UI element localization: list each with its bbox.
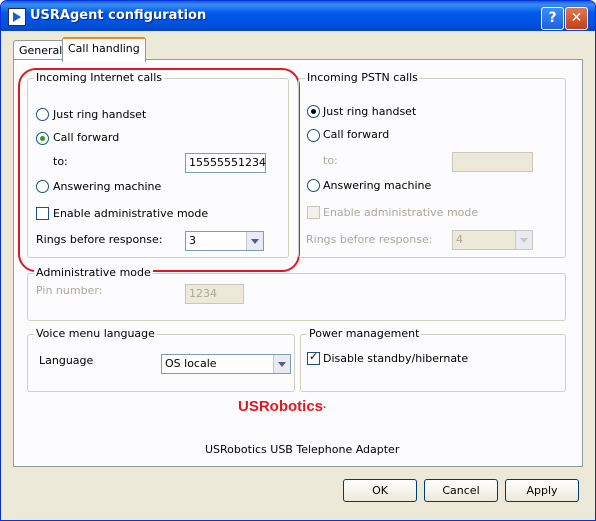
disable-standby-label[interactable]: Disable standby/hibernate: [323, 352, 468, 365]
pstn-to-label: to:: [323, 154, 338, 167]
usrobotics-logo: USRobotics·: [238, 398, 327, 415]
tab-call-handling[interactable]: Call handling: [62, 37, 146, 62]
language-label: Language: [39, 354, 94, 367]
chevron-down-icon[interactable]: [273, 355, 290, 373]
chevron-down-icon[interactable]: [515, 231, 532, 249]
pstn-answering-label[interactable]: Answering machine: [323, 179, 431, 192]
pstn-ring-radio[interactable]: [307, 105, 320, 118]
pstn-rings-label: Rings before response:: [306, 233, 433, 246]
ok-button[interactable]: OK: [343, 479, 417, 502]
voice-menu-legend: Voice menu language: [34, 327, 157, 340]
pstn-rings-select[interactable]: 4: [452, 230, 533, 250]
pstn-admin-checkbox[interactable]: [307, 206, 320, 219]
title-bar[interactable]: USRAgent configuration ? ✕: [1, 1, 595, 31]
pstn-forward-number-input[interactable]: [452, 152, 533, 172]
pin-label: Pin number:: [36, 284, 103, 297]
admin-mode-legend: Administrative mode: [34, 266, 153, 279]
help-button[interactable]: ?: [541, 7, 564, 30]
pstn-admin-label[interactable]: Enable administrative mode: [323, 206, 478, 219]
pstn-ring-label[interactable]: Just ring handset: [323, 105, 416, 118]
pin-input[interactable]: 1234: [185, 284, 244, 304]
cancel-button[interactable]: Cancel: [424, 479, 498, 502]
tab-general[interactable]: General: [13, 40, 69, 61]
brand-name: USRobotics: [238, 398, 324, 415]
disable-standby-checkbox[interactable]: [307, 350, 320, 365]
highlight-oval: [18, 68, 300, 272]
language-select[interactable]: OS locale: [161, 354, 291, 374]
close-button[interactable]: ✕: [565, 7, 588, 30]
pstn-answering-radio[interactable]: [307, 179, 320, 192]
app-icon: [8, 8, 26, 26]
brand-trademark-dot: ·: [323, 402, 327, 414]
language-value: OS locale: [165, 357, 217, 370]
pstn-calls-legend: Incoming PSTN calls: [305, 71, 420, 84]
pstn-forward-radio[interactable]: [307, 129, 320, 142]
pstn-forward-label[interactable]: Call forward: [323, 128, 389, 141]
pstn-rings-value: 4: [456, 233, 463, 246]
window-title: USRAgent configuration: [30, 8, 207, 23]
admin-mode-group: Administrative mode: [27, 266, 566, 321]
apply-button[interactable]: Apply: [505, 479, 579, 502]
product-caption: USRobotics USB Telephone Adapter: [205, 443, 400, 456]
power-management-legend: Power management: [307, 327, 422, 340]
